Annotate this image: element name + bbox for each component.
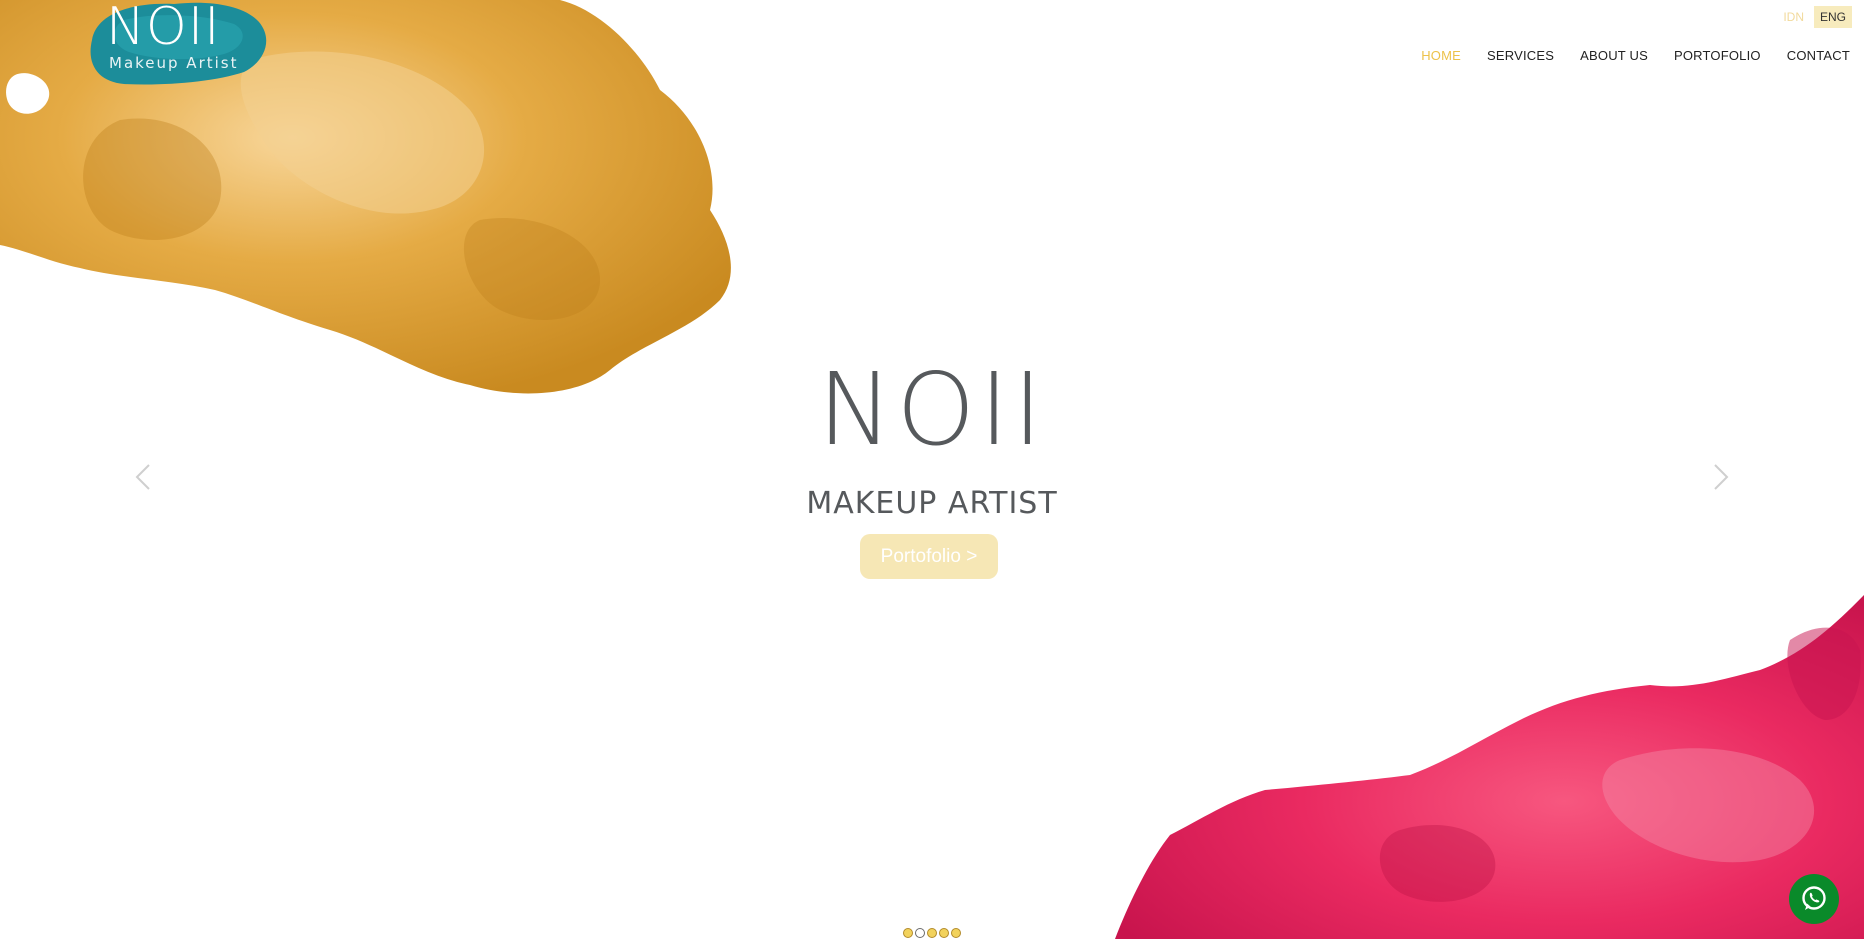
chevron-left-icon: [135, 464, 150, 490]
carousel-dot-active[interactable]: [915, 928, 925, 938]
carousel-dot[interactable]: [951, 928, 961, 938]
whatsapp-icon: [1802, 886, 1826, 910]
nav-item-services[interactable]: SERVICES: [1487, 48, 1554, 63]
carousel-dots: [903, 928, 961, 938]
chevron-right-icon: [1714, 464, 1729, 490]
language-switcher: IDN ENG: [1777, 6, 1852, 28]
carousel-dot[interactable]: [927, 928, 937, 938]
carousel-next-button[interactable]: [1708, 462, 1734, 492]
lang-idn-button[interactable]: IDN: [1777, 6, 1810, 28]
nav-item-home[interactable]: HOME: [1421, 48, 1461, 63]
portofolio-cta-button[interactable]: Portofolio >: [860, 534, 998, 579]
logo-subtitle: Makeup Artist: [109, 54, 239, 72]
logo-title: NOII: [106, 0, 221, 57]
hero-title: NOII: [817, 351, 1047, 468]
background-smears: [0, 0, 1864, 939]
whatsapp-button[interactable]: [1789, 874, 1839, 924]
hero-subtitle: MAKEUP ARTIST: [806, 486, 1058, 521]
nav-item-about-us[interactable]: ABOUT US: [1580, 48, 1648, 63]
lang-eng-button[interactable]: ENG: [1813, 6, 1852, 28]
nav-item-contact[interactable]: CONTACT: [1787, 48, 1850, 63]
logo[interactable]: NOII Makeup Artist: [84, 0, 269, 86]
nav-item-portofolio[interactable]: PORTOFOLIO: [1674, 48, 1761, 63]
carousel-dot[interactable]: [939, 928, 949, 938]
carousel-prev-button[interactable]: [130, 462, 156, 492]
pink-smear: [1115, 595, 1864, 939]
carousel-dot[interactable]: [903, 928, 913, 938]
main-nav: HOME SERVICES ABOUT US PORTOFOLIO CONTAC…: [1421, 48, 1850, 63]
